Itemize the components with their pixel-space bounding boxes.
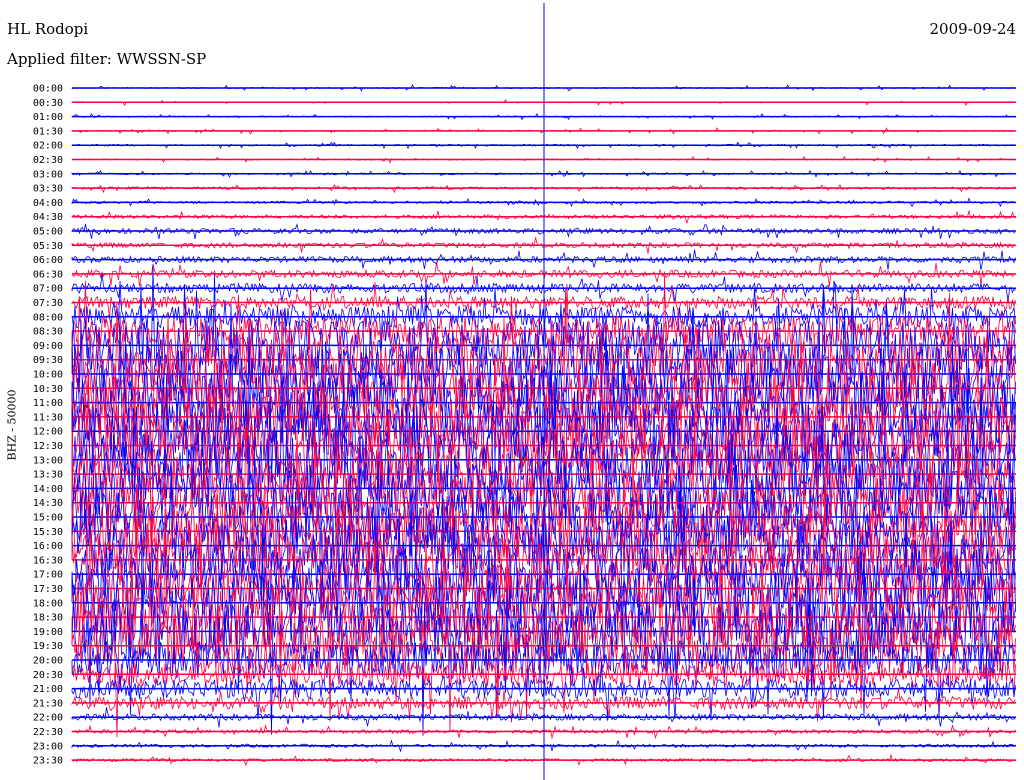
row-tick-label: 13:30 xyxy=(33,470,63,481)
row-tick-label: 19:00 xyxy=(33,627,63,638)
row-tick-label: 20:30 xyxy=(33,670,63,681)
row-tick-label: 09:30 xyxy=(33,355,63,366)
row-tick-label: 05:00 xyxy=(33,227,63,238)
row-tick-label: 05:30 xyxy=(33,241,63,252)
row-tick-label: 16:00 xyxy=(33,541,63,552)
row-tick-label: 11:00 xyxy=(33,398,63,409)
row-tick-label: 03:00 xyxy=(33,169,63,180)
row-tick-label: 23:00 xyxy=(33,741,63,752)
row-tick-label: 10:30 xyxy=(33,384,63,395)
row-tick-label: 15:00 xyxy=(33,513,63,524)
row-tick-label: 21:00 xyxy=(33,684,63,695)
row-tick-label: 17:30 xyxy=(33,584,63,595)
row-tick-label: 12:30 xyxy=(33,441,63,452)
row-tick-label: 15:30 xyxy=(33,527,63,538)
row-tick-label: 07:30 xyxy=(33,298,63,309)
row-tick-label: 09:00 xyxy=(33,341,63,352)
row-tick-label: 08:00 xyxy=(33,312,63,323)
row-tick-label: 19:30 xyxy=(33,641,63,652)
row-tick-label: 02:30 xyxy=(33,155,63,166)
row-tick-label: 12:00 xyxy=(33,427,63,438)
row-tick-label: 18:30 xyxy=(33,613,63,624)
row-tick-label: 07:00 xyxy=(33,284,63,295)
row-tick-label: 00:00 xyxy=(33,84,63,95)
row-tick-label: 02:00 xyxy=(33,141,63,152)
row-tick-label: 22:30 xyxy=(33,727,63,738)
row-tick-label: 18:00 xyxy=(33,598,63,609)
row-tick-label: 06:30 xyxy=(33,269,63,280)
row-tick-label: 16:30 xyxy=(33,555,63,566)
row-tick-label: 14:30 xyxy=(33,498,63,509)
row-tick-label: 06:00 xyxy=(33,255,63,266)
row-tick-label: 20:00 xyxy=(33,656,63,667)
row-tick-label: 11:30 xyxy=(33,412,63,423)
row-tick-label: 23:30 xyxy=(33,756,63,767)
row-tick-label: 17:00 xyxy=(33,570,63,581)
row-tick-label: 04:00 xyxy=(33,198,63,209)
row-tick-label: 00:30 xyxy=(33,98,63,109)
row-tick-label: 03:30 xyxy=(33,184,63,195)
row-tick-label: 10:00 xyxy=(33,370,63,381)
row-tick-label: 01:00 xyxy=(33,112,63,123)
row-tick-label: 21:30 xyxy=(33,698,63,709)
row-tick-label: 01:30 xyxy=(33,126,63,137)
row-tick-label: 08:30 xyxy=(33,327,63,338)
row-tick-label: 14:00 xyxy=(33,484,63,495)
helicorder-plot: 00:00 00:30 01:00 01:30 02:00 02:30 03:00 03:30… xyxy=(33,3,1016,780)
row-tick-label: 13:00 xyxy=(33,455,63,466)
row-tick-label: 04:30 xyxy=(33,212,63,223)
row-tick-label: 22:00 xyxy=(33,713,63,724)
